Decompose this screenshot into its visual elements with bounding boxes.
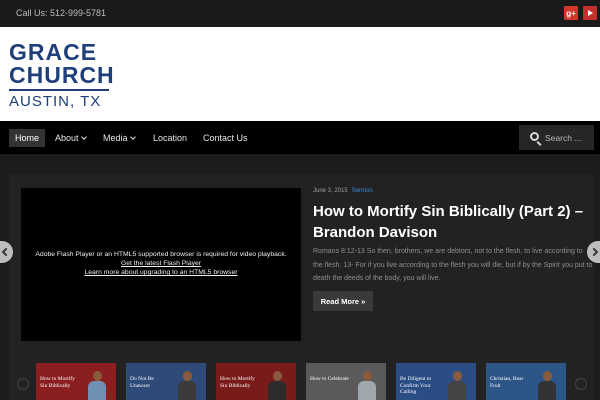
speaker-photo [358, 371, 376, 400]
chevron-down-icon [80, 134, 87, 140]
search-input[interactable] [545, 130, 591, 145]
speaker-photo [88, 371, 106, 400]
nav-home-label: Home [15, 133, 40, 143]
speaker-photo [538, 371, 556, 400]
sermon-thumbnail[interactable]: How to Mortify Sin Biblically [216, 363, 296, 400]
post-meta: June 3, 2015 Sermon [313, 188, 373, 194]
nav-home[interactable]: Home [9, 129, 46, 147]
html5-browser-link[interactable]: Learn more about upgrading to an HTML5 b… [21, 268, 301, 277]
nav-media[interactable]: Media [97, 129, 141, 147]
thumbnail-caption: Be Diligent to Confirm Your Calling [400, 376, 432, 395]
carousel-prev-button[interactable] [17, 378, 29, 390]
youtube-icon[interactable] [583, 6, 597, 20]
speaker-photo [268, 371, 286, 400]
nav-location[interactable]: Location [147, 129, 193, 147]
thumbnail-caption: Christian, Bear Fruit [490, 376, 524, 389]
video-fallback-message: Adobe Flash Player or an HTML5 supported… [21, 250, 301, 277]
chevron-down-icon [129, 134, 136, 140]
carousel-next-button[interactable] [575, 378, 587, 390]
chevron-left-icon [1, 247, 11, 257]
sermon-thumbnail[interactable]: Be Diligent to Confirm Your Calling [396, 363, 476, 400]
speaker-photo [178, 371, 196, 400]
sermon-thumbnail[interactable]: How to Celebrate [306, 363, 386, 400]
main-nav: Home About Media Location Contact Us [0, 121, 600, 154]
post-category[interactable]: Sermon [352, 188, 373, 194]
video-message: Adobe Flash Player or an HTML5 supported… [35, 251, 287, 258]
sermon-thumbnail[interactable]: How to Mortify Sin Biblically [36, 363, 116, 400]
post-title[interactable]: How to Mortify Sin Biblically (Part 2) –… [313, 201, 598, 243]
nav-about[interactable]: About [49, 129, 92, 147]
video-player[interactable]: Adobe Flash Player or an HTML5 supported… [21, 188, 301, 341]
google-plus-icon[interactable]: g+ [564, 6, 578, 20]
nav-media-label: Media [103, 133, 128, 143]
thumbnail-caption: Do Not Be Unaware [130, 376, 154, 389]
top-bar: Call Us: 512-999-5781 g+ [0, 0, 600, 27]
nav-about-label: About [55, 133, 79, 143]
logo-divider [9, 89, 109, 91]
post-excerpt: Romans 8:12-13 So then, brothers, we are… [313, 248, 593, 282]
nav-location-label: Location [153, 133, 188, 143]
church-logo[interactable]: GRACE CHURCH AUSTIN, TX [9, 41, 115, 110]
post-date: June 3, 2015 [313, 188, 348, 194]
sermon-thumbnail[interactable]: Christian, Bear Fruit [486, 363, 566, 400]
flash-player-link[interactable]: Get the latest Flash Player [21, 259, 301, 268]
logo-line-2: CHURCH [9, 62, 115, 88]
read-more-button[interactable]: Read More » [313, 291, 373, 311]
logo-line-3: AUSTIN, TX [9, 93, 102, 110]
nav-contact-label: Contact Us [203, 133, 248, 143]
sermon-thumbnail[interactable]: Do Not Be Unaware [126, 363, 206, 400]
thumbnail-caption: How to Mortify Sin Biblically [220, 376, 255, 389]
thumbnail-caption: How to Celebrate [310, 376, 349, 382]
search-icon[interactable] [530, 132, 539, 141]
chevron-right-icon [589, 247, 599, 257]
nav-contact[interactable]: Contact Us [197, 129, 254, 147]
logo-line-1: GRACE [9, 39, 98, 65]
phone-number: Call Us: 512-999-5781 [16, 8, 107, 18]
site-header: GRACE CHURCH AUSTIN, TX [0, 27, 600, 121]
search-box[interactable] [519, 125, 594, 150]
speaker-photo [448, 371, 466, 400]
thumbnail-caption: How to Mortify Sin Biblically [40, 376, 75, 389]
